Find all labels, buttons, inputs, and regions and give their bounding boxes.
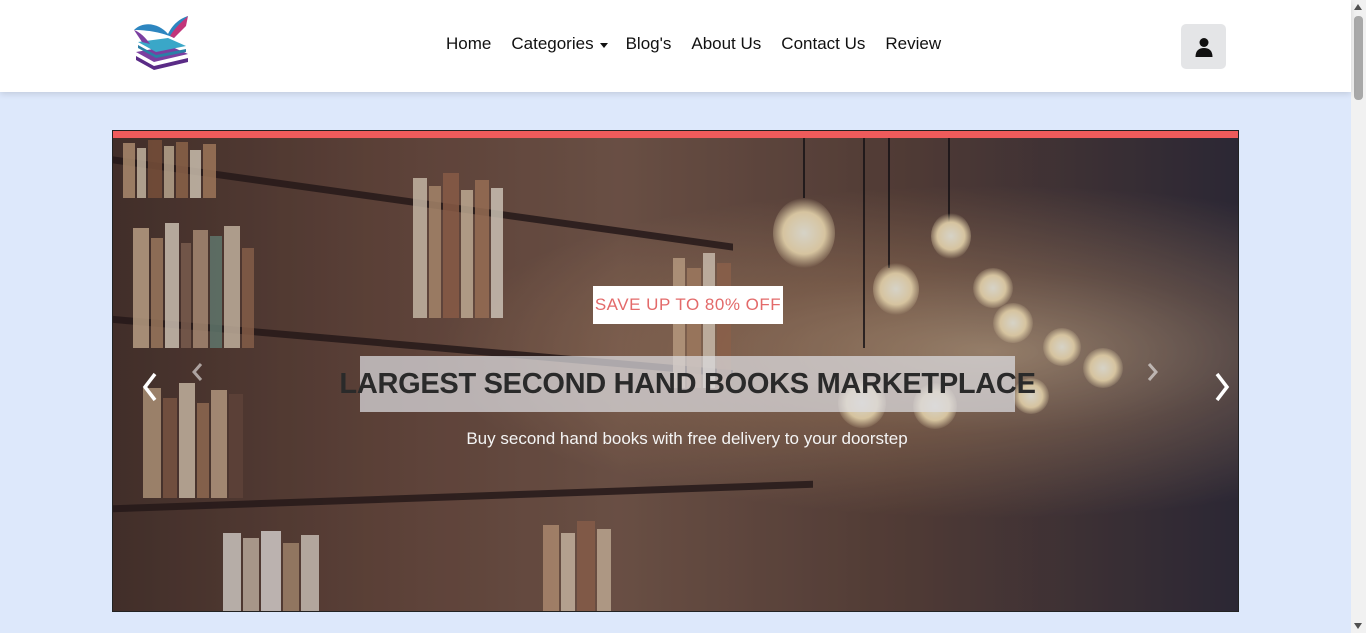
- scroll-up-arrow-icon[interactable]: [1354, 4, 1362, 10]
- nav-categories-dropdown[interactable]: Categories: [511, 34, 608, 54]
- hero-carousel: SAVE UP TO 80% OFF LARGEST SECOND HAND B…: [112, 130, 1239, 612]
- nav-categories-label: Categories: [511, 34, 594, 53]
- scrollbar-thumb[interactable]: [1354, 16, 1363, 100]
- sale-badge: SAVE UP TO 80% OFF: [593, 286, 783, 324]
- chevron-left-icon: [142, 372, 157, 402]
- page-scrollbar[interactable]: [1351, 0, 1366, 633]
- nav-contact-us[interactable]: Contact Us: [781, 34, 865, 54]
- slide-prev-button[interactable]: [189, 359, 205, 385]
- chevron-right-icon: [1215, 372, 1230, 402]
- headline-box: LARGEST SECOND HAND BOOKS MARKETPLACE: [339, 356, 1036, 412]
- navbar: Home Categories Blog's About Us Contact …: [0, 0, 1351, 92]
- nav-about-us[interactable]: About Us: [691, 34, 761, 54]
- nav-review-label: Review: [885, 34, 942, 53]
- scroll-down-arrow-icon[interactable]: [1354, 623, 1362, 629]
- hero-subheadline: Buy second hand books with free delivery…: [466, 429, 908, 448]
- user-icon: [1195, 37, 1212, 57]
- carousel-next-button[interactable]: [1211, 369, 1233, 405]
- main-nav: Home Categories Blog's About Us Contact …: [446, 34, 961, 54]
- nav-home-label: Home: [446, 34, 492, 53]
- logo[interactable]: [130, 12, 194, 74]
- carousel-prev-button[interactable]: [139, 369, 161, 405]
- user-account-button[interactable]: [1181, 24, 1226, 69]
- nav-blogs[interactable]: Blog's: [626, 34, 672, 54]
- nav-home[interactable]: Home: [446, 34, 491, 54]
- nav-about-label: About Us: [691, 34, 762, 53]
- carousel-accent-bar: [113, 131, 1238, 138]
- chevron-left-icon: [192, 363, 203, 381]
- caret-down-icon: [599, 42, 608, 48]
- nav-blogs-label: Blog's: [625, 34, 672, 53]
- nav-review[interactable]: Review: [885, 34, 941, 54]
- hero-headline: LARGEST SECOND HAND BOOKS MARKETPLACE: [339, 367, 1036, 400]
- slide-next-button[interactable]: [1145, 359, 1161, 385]
- chevron-right-icon: [1147, 363, 1158, 381]
- nav-contact-label: Contact Us: [781, 34, 866, 53]
